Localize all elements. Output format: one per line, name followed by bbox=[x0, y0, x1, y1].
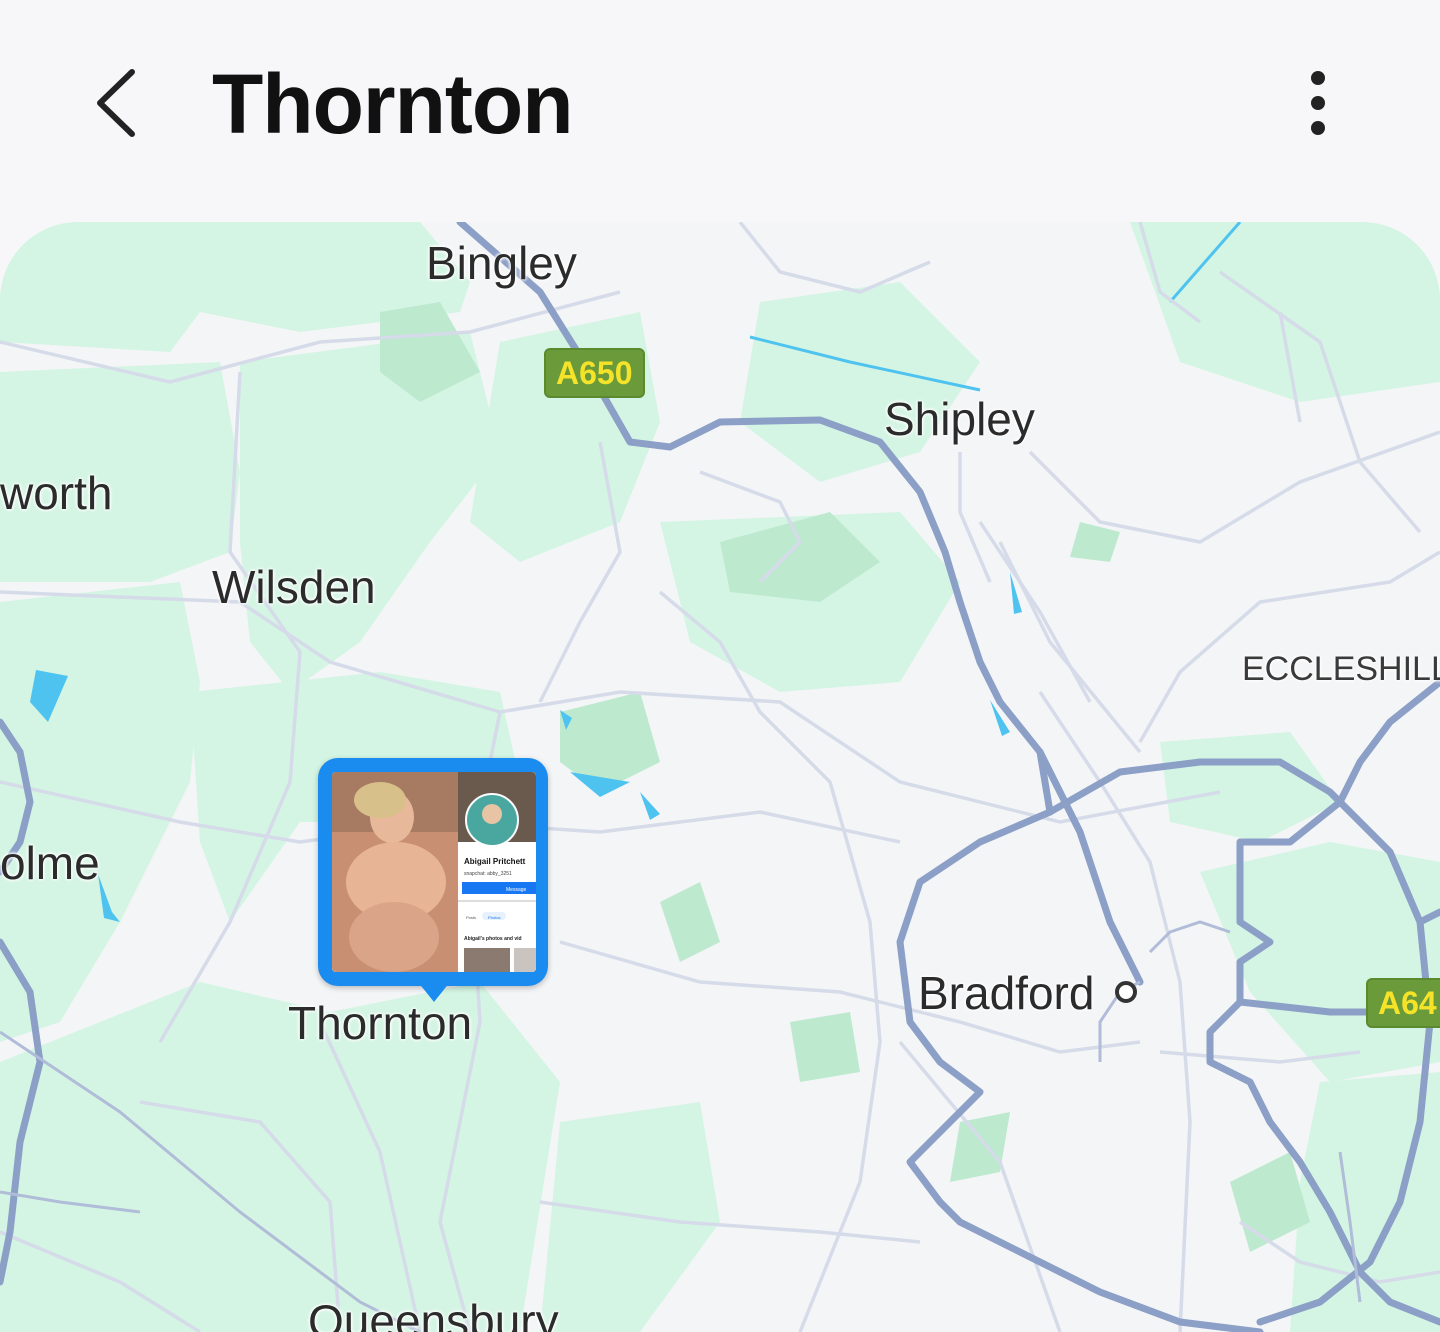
pin-photo-tab-photos: Photos bbox=[488, 915, 500, 920]
city-marker-bradford bbox=[1115, 981, 1137, 1003]
place-label-eccleshill[interactable]: ECCLESHILL bbox=[1242, 650, 1440, 689]
app-header: Thornton bbox=[0, 0, 1440, 222]
more-vertical-icon bbox=[1311, 71, 1325, 135]
pin-pointer bbox=[418, 982, 450, 1002]
road-shield-a64: A64 bbox=[1366, 978, 1440, 1028]
map-base bbox=[0, 222, 1440, 1332]
place-label-wilsden[interactable]: Wilsden bbox=[212, 560, 376, 614]
place-label-shipley[interactable]: Shipley bbox=[884, 392, 1035, 446]
place-label-queensbury[interactable]: Queensbury bbox=[308, 1294, 559, 1332]
pin-photo-thumbnail: Abigail Pritchett snapchat: abby_3251 Me… bbox=[332, 772, 536, 972]
place-label-bingley[interactable]: Bingley bbox=[426, 236, 577, 290]
place-label-olme[interactable]: olme bbox=[0, 836, 100, 890]
pin-photo-sub: snapchat: abby_3251 bbox=[464, 871, 512, 877]
pin-photo-section: Abigail's photos and vid bbox=[464, 936, 522, 942]
back-button[interactable] bbox=[80, 60, 160, 150]
road-shield-a650: A650 bbox=[544, 348, 645, 398]
pin-photo-tab-posts: Posts bbox=[466, 915, 476, 920]
pin-photo-name: Abigail Pritchett bbox=[464, 857, 526, 866]
photo-location-pin[interactable]: Abigail Pritchett snapchat: abby_3251 Me… bbox=[318, 758, 548, 986]
pin-photo-button: Message bbox=[506, 887, 527, 893]
page-title: Thornton bbox=[212, 57, 574, 151]
chevron-left-icon bbox=[97, 69, 135, 137]
place-label-worth[interactable]: worth bbox=[0, 466, 112, 520]
map-view[interactable]: Bingley Shipley worth Wilsden ECCLESHILL… bbox=[0, 222, 1440, 1332]
more-options-button[interactable] bbox=[1290, 62, 1350, 146]
place-label-thornton[interactable]: Thornton bbox=[288, 996, 472, 1050]
place-label-bradford[interactable]: Bradford bbox=[918, 966, 1094, 1020]
